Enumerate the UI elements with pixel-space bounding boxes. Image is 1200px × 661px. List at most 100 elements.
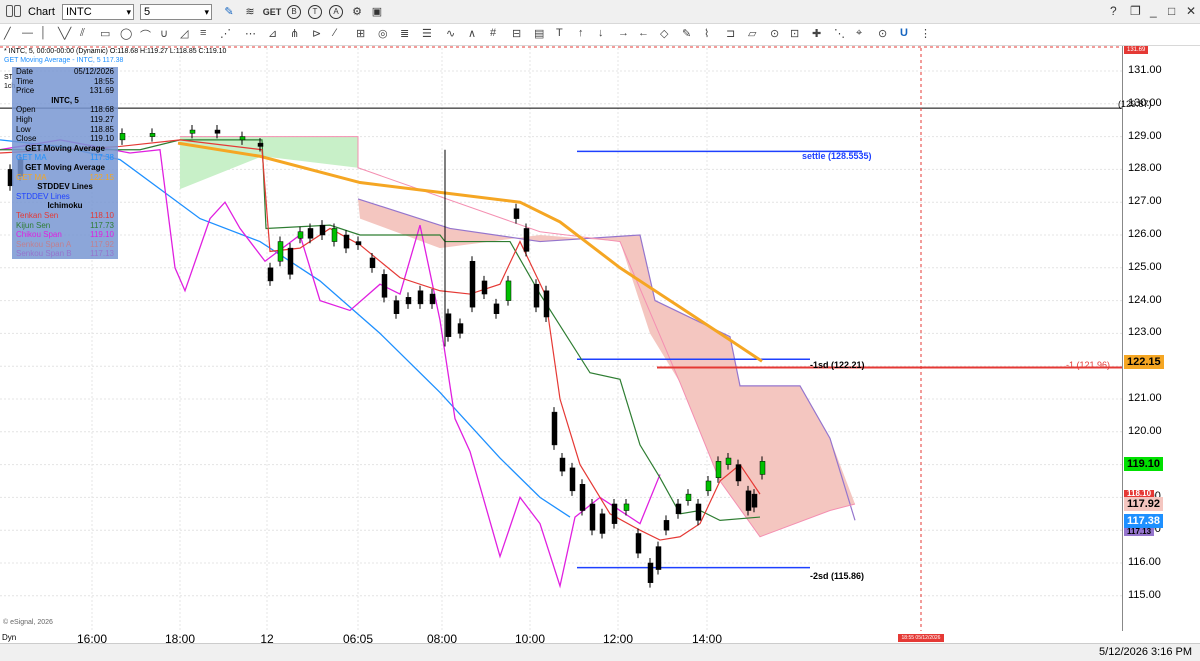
bracket-icon[interactable]: ⊐ bbox=[726, 27, 735, 40]
minimize-icon[interactable]: _ bbox=[1150, 4, 1157, 18]
regression-tool-icon[interactable]: ⁄ bbox=[334, 27, 336, 39]
date-range-icon[interactable]: ⊡ bbox=[790, 27, 799, 40]
brush-icon[interactable]: ⌇ bbox=[704, 27, 709, 40]
a-icon[interactable]: A bbox=[329, 5, 343, 19]
edit-icon[interactable]: ✎ bbox=[222, 4, 236, 20]
t-icon[interactable]: T bbox=[308, 5, 322, 19]
wave-icon[interactable]: ≋ bbox=[243, 4, 257, 20]
candle-body bbox=[277, 241, 284, 262]
candle-body bbox=[417, 290, 424, 305]
candle-body bbox=[623, 503, 630, 511]
pitchfork-tool-icon[interactable]: ⋔ bbox=[290, 27, 299, 40]
candle-body bbox=[119, 133, 126, 141]
price-tag-ma-orange: 122.15 bbox=[1124, 355, 1164, 369]
status-bar: 5/12/2026 3:16 PM bbox=[0, 643, 1200, 661]
candle-body bbox=[257, 142, 264, 147]
price-tag-close: 119.10 bbox=[1124, 457, 1164, 471]
triangle-tool-icon[interactable]: ◿ bbox=[180, 27, 188, 40]
restore-window-icon[interactable]: ❐ bbox=[1130, 4, 1141, 18]
get-icon[interactable]: GET bbox=[262, 4, 282, 20]
box-tool-icon[interactable]: ▤ bbox=[534, 27, 544, 40]
alert-icon[interactable]: ▱ bbox=[748, 27, 756, 40]
arrow-left-icon[interactable]: ← bbox=[638, 27, 649, 39]
arrow-up-icon[interactable]: ↑ bbox=[578, 27, 584, 39]
price-icon[interactable]: ⊙ bbox=[770, 27, 779, 40]
settings-icon[interactable]: ⚙ bbox=[350, 4, 364, 20]
grid-tool-icon[interactable]: # bbox=[490, 27, 496, 39]
gann-tool-icon[interactable]: ⋰ bbox=[220, 27, 231, 40]
magnet-icon[interactable]: U bbox=[900, 27, 908, 39]
candle-body bbox=[695, 503, 702, 521]
price-chart[interactable] bbox=[0, 46, 1200, 632]
candle-body bbox=[611, 503, 618, 524]
text-tool-icon[interactable]: T bbox=[556, 27, 563, 39]
candle-body bbox=[393, 300, 400, 314]
candle-body bbox=[663, 520, 670, 531]
settle-label: settle (128.5535) bbox=[802, 151, 872, 161]
y-tick-label: 131.00 bbox=[1128, 64, 1162, 76]
b-icon[interactable]: B bbox=[287, 5, 301, 19]
candle-body bbox=[457, 323, 464, 334]
comment-icon[interactable]: ◇ bbox=[660, 27, 668, 40]
candle-body bbox=[307, 228, 314, 239]
y-tick-label: 125.00 bbox=[1128, 260, 1162, 273]
chevron-down-icon[interactable]: ▾ bbox=[204, 5, 209, 19]
sd-neg2-label: -2sd (115.86) bbox=[810, 571, 865, 581]
andrews-tool-icon[interactable]: ⊳ bbox=[312, 27, 321, 40]
level-label-top: (129.87) bbox=[1118, 99, 1152, 109]
cursor-icon[interactable]: ⌖ bbox=[856, 27, 862, 40]
fib-tool-icon[interactable]: ≡ bbox=[200, 27, 206, 39]
wave-tool-icon[interactable]: ∧ bbox=[468, 27, 476, 40]
candle-body bbox=[579, 484, 586, 511]
zigzag-icon[interactable]: ⋱ bbox=[834, 27, 845, 40]
more-tools-icon[interactable]: ⋮ bbox=[920, 27, 931, 40]
candle-body bbox=[675, 503, 682, 515]
y-tick-label: 120.00 bbox=[1128, 424, 1162, 437]
chevron-down-icon[interactable]: ▾ bbox=[126, 5, 131, 19]
candle-body bbox=[381, 274, 388, 298]
pencil-icon[interactable]: ✎ bbox=[682, 27, 691, 40]
image-icon[interactable]: ▣ bbox=[370, 4, 384, 20]
candle-body bbox=[523, 228, 530, 252]
close-icon[interactable]: ✕ bbox=[1186, 4, 1196, 18]
y-tick-label: 124.00 bbox=[1128, 293, 1162, 306]
candle-body bbox=[655, 546, 662, 570]
legend-line-1: * INTC, 5, 00:00-00:00 (Dynamic) O:118.6… bbox=[4, 48, 227, 55]
candle-body bbox=[647, 562, 654, 583]
candle-body bbox=[725, 457, 732, 465]
arrow-right-icon[interactable]: → bbox=[618, 27, 629, 39]
arc-tool-icon[interactable]: ⌒ bbox=[140, 27, 151, 43]
fan-tool-icon[interactable]: ⋯ bbox=[245, 27, 256, 40]
candle-body bbox=[559, 457, 566, 472]
ellipse-tool-icon[interactable]: ◯ bbox=[120, 27, 132, 40]
maximize-icon[interactable]: □ bbox=[1168, 4, 1175, 18]
cross-icon[interactable]: ✚ bbox=[812, 27, 821, 40]
cycle-tool-icon[interactable]: ∪ bbox=[160, 27, 168, 40]
spiral-tool-icon[interactable]: ◎ bbox=[378, 27, 388, 40]
candle-body bbox=[429, 293, 436, 305]
vline-tool-icon[interactable]: │ bbox=[40, 27, 47, 39]
line-tool-icon[interactable]: ╱ bbox=[4, 27, 11, 40]
candle-body bbox=[445, 313, 452, 337]
stdev-tool-icon[interactable]: ⊞ bbox=[356, 27, 365, 40]
elliott-tool-icon[interactable]: ∿ bbox=[446, 27, 455, 40]
text-levels-icon[interactable]: ☰ bbox=[422, 27, 432, 40]
candle-body bbox=[735, 464, 742, 482]
symbol-input[interactable]: INTC ▾ bbox=[62, 4, 134, 20]
hline-tool-icon[interactable]: ― bbox=[22, 27, 33, 39]
camera-icon[interactable]: ⊙ bbox=[878, 27, 887, 40]
pattern-tool-icon[interactable]: ╲╱ bbox=[58, 27, 71, 40]
channel-tool-icon[interactable]: ⫽ bbox=[80, 27, 85, 40]
levels-tool-icon[interactable]: ≣ bbox=[400, 27, 409, 40]
interval-input[interactable]: 5 ▾ bbox=[140, 4, 212, 20]
candle-body bbox=[405, 297, 412, 305]
help-icon[interactable]: ? bbox=[1110, 4, 1117, 18]
speed-tool-icon[interactable]: ⊿ bbox=[268, 27, 277, 40]
price-tag-span-a: 117.92 bbox=[1124, 497, 1164, 511]
rectangle-tool-icon[interactable]: ▭ bbox=[100, 27, 110, 40]
candle-body bbox=[589, 503, 596, 531]
y-tick-label: 127.00 bbox=[1128, 195, 1162, 208]
arrow-down-icon[interactable]: ↓ bbox=[598, 27, 604, 39]
ruler-tool-icon[interactable]: ⊟ bbox=[512, 27, 521, 40]
copyright: © eSignal, 2026 bbox=[3, 619, 53, 626]
